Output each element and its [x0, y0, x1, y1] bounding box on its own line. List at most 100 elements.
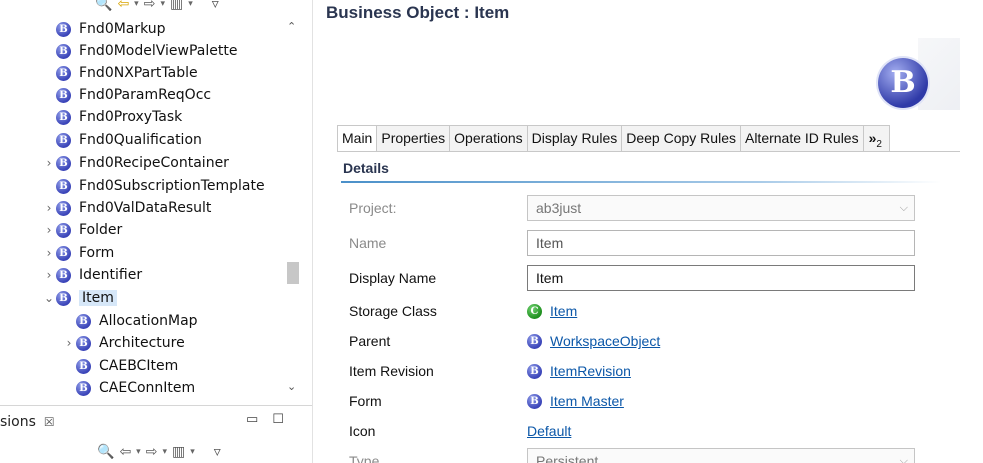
- close-icon[interactable]: ☒: [44, 415, 55, 429]
- business-object-icon: B: [56, 21, 71, 37]
- storage-class-value: C Item: [527, 303, 577, 319]
- tree-item-folder[interactable]: › B Folder: [42, 219, 123, 241]
- business-object-icon: B: [76, 380, 91, 396]
- search-icon[interactable]: 🔍: [97, 444, 114, 460]
- item-revision-link[interactable]: ItemRevision: [550, 363, 631, 379]
- tab-properties[interactable]: Properties: [377, 125, 451, 151]
- tree-expander-icon[interactable]: ›: [42, 246, 56, 260]
- parent-link[interactable]: WorkspaceObject: [550, 333, 660, 349]
- scroll-down-icon[interactable]: ⌄: [287, 380, 296, 393]
- form-label: Form: [349, 393, 382, 409]
- tree-item-fnd0nxparttable[interactable]: B Fnd0NXPartTable: [42, 62, 198, 84]
- tree-expander-icon[interactable]: ⌄: [42, 291, 56, 305]
- item-revision-row: Item Revision B ItemRevision: [349, 358, 929, 384]
- tab-deep-copy-rules[interactable]: Deep Copy Rules: [622, 125, 741, 151]
- tab-alternate-id-rules[interactable]: Alternate ID Rules: [740, 125, 864, 151]
- tree-item-fnd0subscriptiontemplate[interactable]: B Fnd0SubscriptionTemplate: [42, 175, 265, 197]
- business-object-editor: Business Object : Item B Main Properties…: [318, 0, 983, 463]
- project-value: ab3just: [536, 200, 582, 216]
- tree-item-architecture[interactable]: › B Architecture: [62, 332, 185, 354]
- back-dropdown-icon[interactable]: ▾: [136, 444, 141, 460]
- chevron-down-icon: ⌵: [899, 202, 908, 214]
- forward-arrow-icon[interactable]: ⇨: [144, 0, 156, 12]
- tree-item-fnd0proxytask[interactable]: B Fnd0ProxyTask: [42, 106, 182, 128]
- storage-class-link[interactable]: Item: [550, 303, 577, 319]
- tree-item-label: CAEConnItem: [99, 380, 196, 396]
- tab-display-rules[interactable]: Display Rules: [527, 125, 623, 151]
- icon-label: Icon: [349, 423, 376, 439]
- editor-scrollbar-track[interactable]: [960, 0, 983, 463]
- editor-tabs: Main Properties Operations Display Rules…: [337, 125, 890, 151]
- item-revision-value: B ItemRevision: [527, 363, 631, 379]
- collapse-dropdown-icon[interactable]: ▾: [188, 0, 193, 12]
- tab-divider: [337, 151, 961, 152]
- tree-item-fnd0paramreqocc[interactable]: B Fnd0ParamReqOcc: [42, 84, 211, 106]
- tree-item-caebcitem[interactable]: B CAEBCItem: [62, 355, 178, 377]
- tree-item-form[interactable]: › B Form: [42, 242, 115, 264]
- search-icon[interactable]: 🔍: [95, 0, 112, 12]
- name-field[interactable]: Item: [527, 230, 915, 256]
- icon-row: Icon Default: [349, 418, 929, 444]
- tab-operations[interactable]: Operations: [450, 125, 528, 151]
- business-object-icon: B: [56, 290, 71, 306]
- tree-expander-icon[interactable]: ›: [42, 268, 56, 282]
- scroll-up-icon[interactable]: ⌃: [287, 20, 296, 33]
- collapse-all-icon[interactable]: ▥: [172, 444, 185, 460]
- tree-item-label: Fnd0SubscriptionTemplate: [79, 178, 265, 194]
- tree-expander-icon[interactable]: ›: [42, 223, 56, 237]
- view-menu-icon[interactable]: ▿: [214, 444, 221, 460]
- collapse-all-icon[interactable]: ▥: [170, 0, 183, 12]
- view-menu-icon[interactable]: ▿: [212, 0, 219, 12]
- storage-class-label: Storage Class: [349, 303, 437, 319]
- class-icon: C: [527, 303, 542, 319]
- back-dropdown-icon[interactable]: ▾: [134, 0, 139, 12]
- parent-row: Parent B WorkspaceObject: [349, 328, 929, 354]
- tree-item-fnd0markup[interactable]: B Fnd0Markup: [42, 18, 166, 40]
- forward-dropdown-icon[interactable]: ▾: [160, 0, 165, 12]
- back-arrow-icon[interactable]: ⇦: [117, 0, 129, 12]
- business-object-icon: B: [56, 200, 71, 216]
- more-tabs-button[interactable]: »2: [863, 125, 890, 151]
- name-row: Name Item: [349, 230, 929, 256]
- tab-main[interactable]: Main: [337, 125, 378, 151]
- tree-item-label: Fnd0ProxyTask: [79, 109, 183, 125]
- forward-dropdown-icon[interactable]: ▾: [162, 444, 167, 460]
- tree-toolbar: 🔍 ⇦ ▾ ⇨ ▾ ▥ ▾ ▿: [95, 0, 219, 13]
- tree-item-allocationmap[interactable]: B AllocationMap: [62, 310, 198, 332]
- tree-expander-icon[interactable]: ›: [42, 156, 56, 170]
- tree-item-fnd0qualification[interactable]: B Fnd0Qualification: [42, 129, 202, 151]
- icon-link[interactable]: Default: [527, 423, 571, 439]
- collapse-dropdown-icon[interactable]: ▾: [190, 444, 195, 460]
- tree-item-fnd0valdataresult[interactable]: › B Fnd0ValDataResult: [42, 197, 212, 219]
- tree-item-identifier[interactable]: › B Identifier: [42, 264, 142, 286]
- tree-expander-icon[interactable]: ›: [42, 201, 56, 215]
- tree-item-item[interactable]: ⌄ B Item: [42, 287, 117, 309]
- form-link[interactable]: Item Master: [550, 393, 624, 409]
- business-object-icon: B: [56, 178, 71, 194]
- secondary-view-tab[interactable]: sions ☒: [0, 414, 55, 430]
- details-section-title: Details: [343, 160, 389, 176]
- business-object-icon: B: [76, 335, 91, 351]
- secondary-view: sions ☒ ▭ ☐ 🔍 ⇦ ▾ ⇨ ▾ ▥ ▾ ▿: [0, 405, 312, 463]
- tree-item-label: Form: [79, 245, 115, 261]
- scrollbar-thumb[interactable]: [287, 262, 299, 284]
- tree-item-fnd0modelviewpalette[interactable]: B Fnd0ModelViewPalette: [42, 40, 237, 62]
- tree-expander-icon[interactable]: ›: [62, 336, 76, 350]
- view-controls: ▭ ☐: [246, 412, 284, 427]
- back-arrow-icon[interactable]: ⇦: [119, 444, 131, 460]
- business-object-icon: B: [56, 222, 71, 238]
- tree-scrollbar[interactable]: ⌃ ⌄: [283, 20, 303, 400]
- type-row: Type Persistent ⌵: [349, 448, 929, 463]
- minimize-icon[interactable]: ▭: [246, 412, 258, 427]
- tree-item-fnd0recipecontainer[interactable]: › B Fnd0RecipeContainer: [42, 152, 229, 174]
- tree-item-label: Fnd0Markup: [79, 21, 166, 37]
- tree-item-label: Fnd0ParamReqOcc: [79, 87, 212, 103]
- tree-item-caeconnitem[interactable]: B CAEConnItem: [62, 377, 195, 399]
- display-name-field[interactable]: Item: [527, 265, 915, 291]
- business-object-icon: B: [76, 358, 91, 374]
- name-label: Name: [349, 235, 387, 251]
- type-select: Persistent ⌵: [527, 448, 915, 463]
- forward-arrow-icon[interactable]: ⇨: [146, 444, 158, 460]
- maximize-icon[interactable]: ☐: [272, 412, 284, 427]
- business-object-logo-icon: B: [878, 58, 928, 108]
